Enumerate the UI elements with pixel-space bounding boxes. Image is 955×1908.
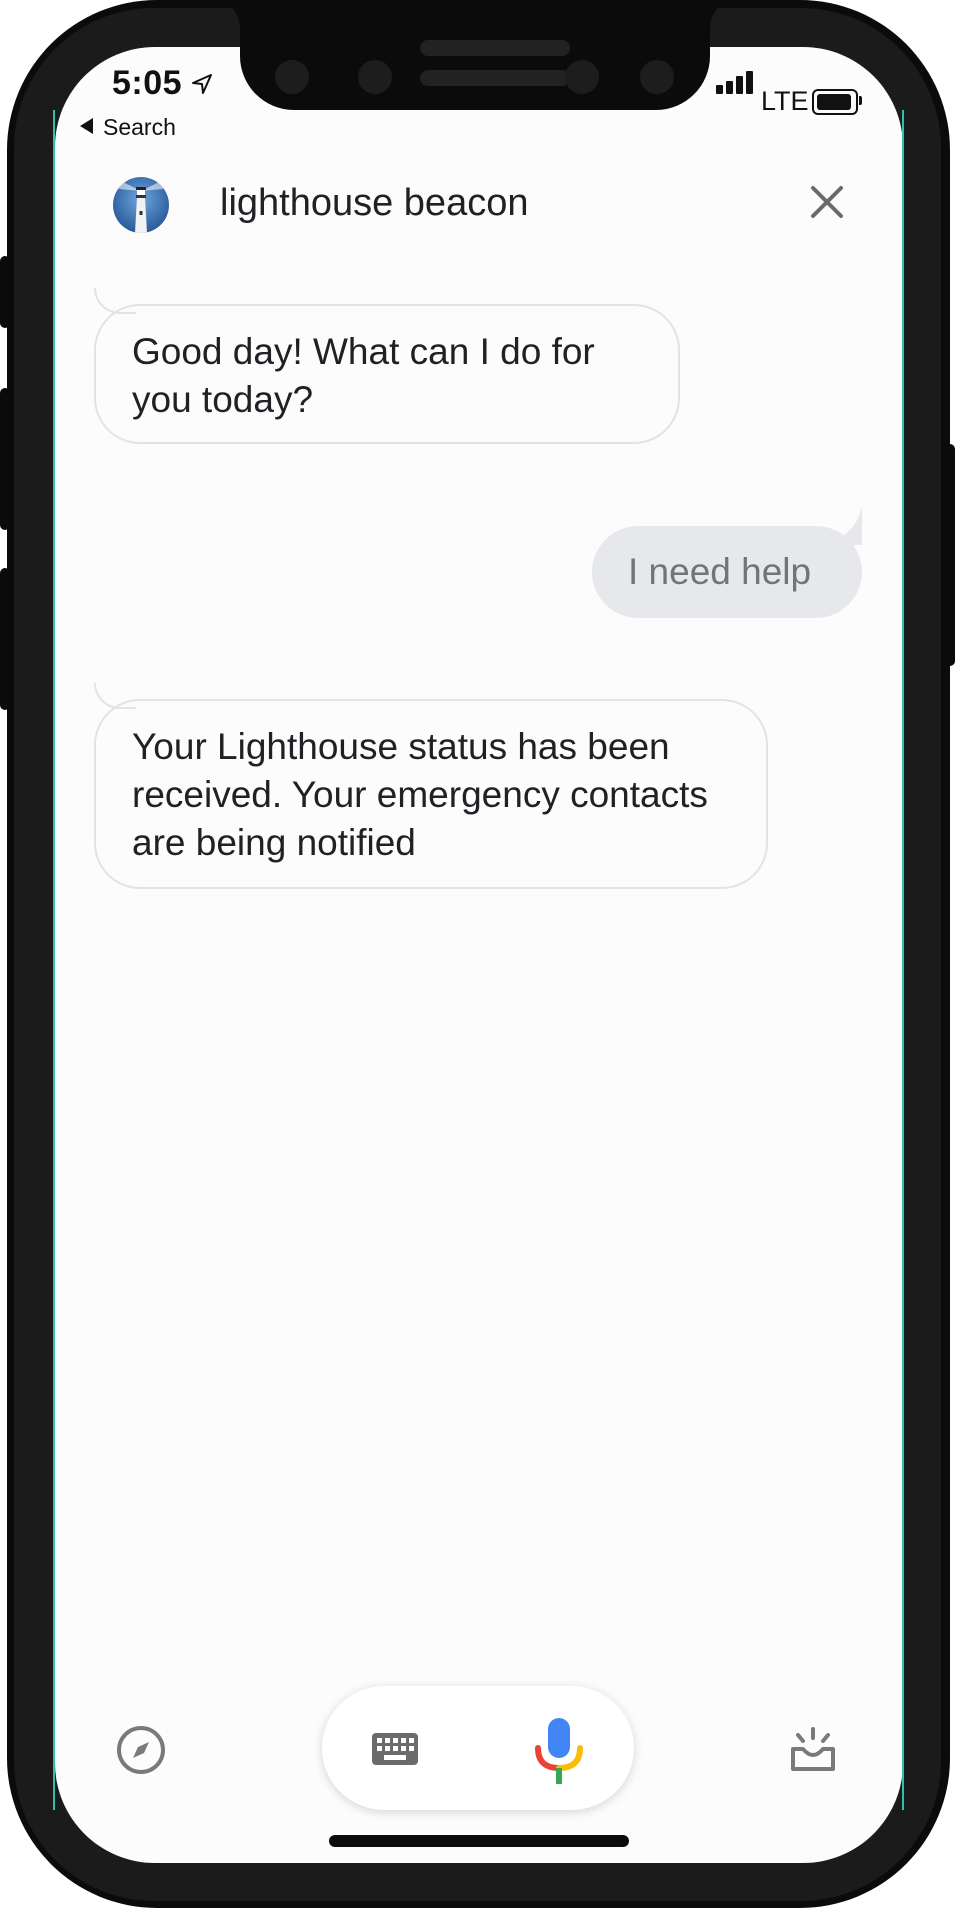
- sensor-dot: [565, 60, 599, 94]
- home-indicator[interactable]: [329, 1835, 629, 1847]
- screen-edge-right: [902, 110, 904, 1810]
- speaker-grille: [420, 40, 570, 56]
- battery-icon: [812, 89, 858, 115]
- user-message: I need help: [592, 526, 862, 618]
- battery-cap: [859, 96, 862, 105]
- notch: [214, 0, 736, 110]
- status-time: 5:05: [112, 64, 183, 102]
- speaker-grille-2: [420, 70, 570, 86]
- sensor-dot-2: [640, 60, 674, 94]
- page-title: lighthouse beacon: [220, 182, 529, 224]
- volume-down-button: [0, 568, 10, 710]
- screen-edge-left: [53, 110, 55, 1810]
- volume-up-button: [0, 388, 10, 530]
- assistant-message: Your Lighthouse status has been received…: [94, 683, 768, 889]
- keyboard-icon[interactable]: [372, 1733, 418, 1765]
- back-triangle-icon: [80, 118, 93, 134]
- mute-switch: [0, 256, 10, 328]
- network-type: LTE: [761, 86, 809, 116]
- power-button: [945, 444, 955, 666]
- back-label: Search: [103, 114, 176, 140]
- updates-icon[interactable]: [790, 1727, 836, 1773]
- compass-icon[interactable]: [116, 1725, 166, 1775]
- camera-dot: [275, 60, 309, 94]
- camera-lens: [358, 60, 392, 94]
- location-arrow-icon: [192, 74, 212, 94]
- assistant-message: Good day! What can I do for you today?: [94, 288, 680, 444]
- lighthouse-avatar: [113, 177, 169, 233]
- mic-icon[interactable]: [534, 1718, 584, 1784]
- back-to-search-button[interactable]: Search: [80, 114, 176, 141]
- lighthouse-icon: [119, 181, 163, 233]
- input-pill: [322, 1686, 634, 1810]
- close-icon[interactable]: [810, 185, 844, 219]
